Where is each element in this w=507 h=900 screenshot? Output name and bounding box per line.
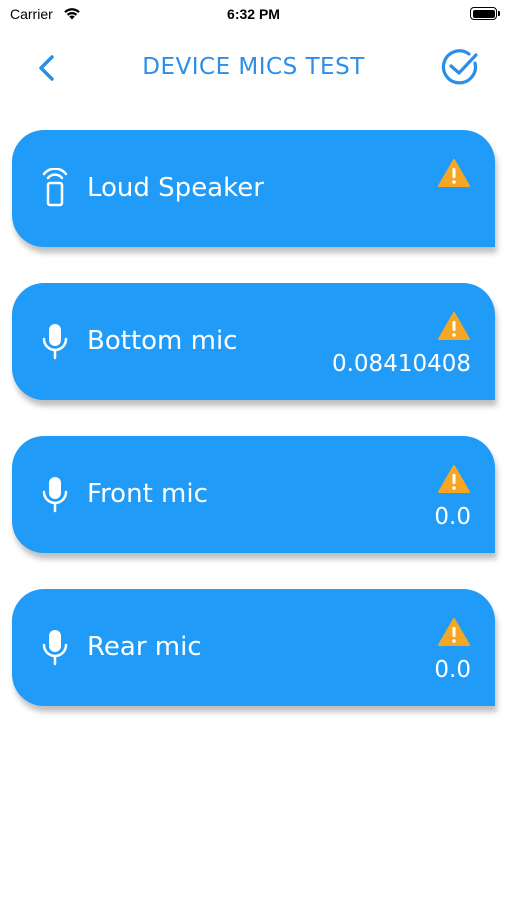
warning-icon — [438, 159, 470, 187]
microphone-icon — [42, 630, 68, 666]
card-value: 0.0 — [434, 657, 471, 683]
card-bottom-mic[interactable]: Bottom mic 0.08410408 — [12, 283, 495, 400]
speaker-icon — [42, 168, 68, 207]
mic-test-list: Loud Speaker Bottom mic 0.08410408 Front… — [12, 130, 496, 742]
navigation-bar: DEVICE MICS TEST — [0, 40, 507, 96]
status-bar: Carrier 6:32 PM — [0, 0, 507, 30]
microphone-icon — [42, 324, 68, 360]
status-time: 6:32 PM — [227, 6, 280, 22]
page-title: DEVICE MICS TEST — [142, 54, 365, 80]
card-value: 0.0 — [434, 504, 471, 530]
battery-icon — [470, 7, 500, 20]
warning-icon — [438, 618, 470, 646]
card-label: Rear mic — [87, 632, 202, 662]
card-rear-mic[interactable]: Rear mic 0.0 — [12, 589, 495, 706]
card-front-mic[interactable]: Front mic 0.0 — [12, 436, 495, 553]
warning-icon — [438, 465, 470, 493]
card-label: Loud Speaker — [87, 173, 264, 203]
warning-icon — [438, 312, 470, 340]
card-label: Front mic — [87, 479, 208, 509]
card-label: Bottom mic — [87, 326, 238, 356]
card-value: 0.08410408 — [331, 351, 471, 377]
card-loud-speaker[interactable]: Loud Speaker — [12, 130, 495, 247]
check-circle-icon[interactable] — [439, 46, 481, 88]
microphone-icon — [42, 477, 68, 513]
